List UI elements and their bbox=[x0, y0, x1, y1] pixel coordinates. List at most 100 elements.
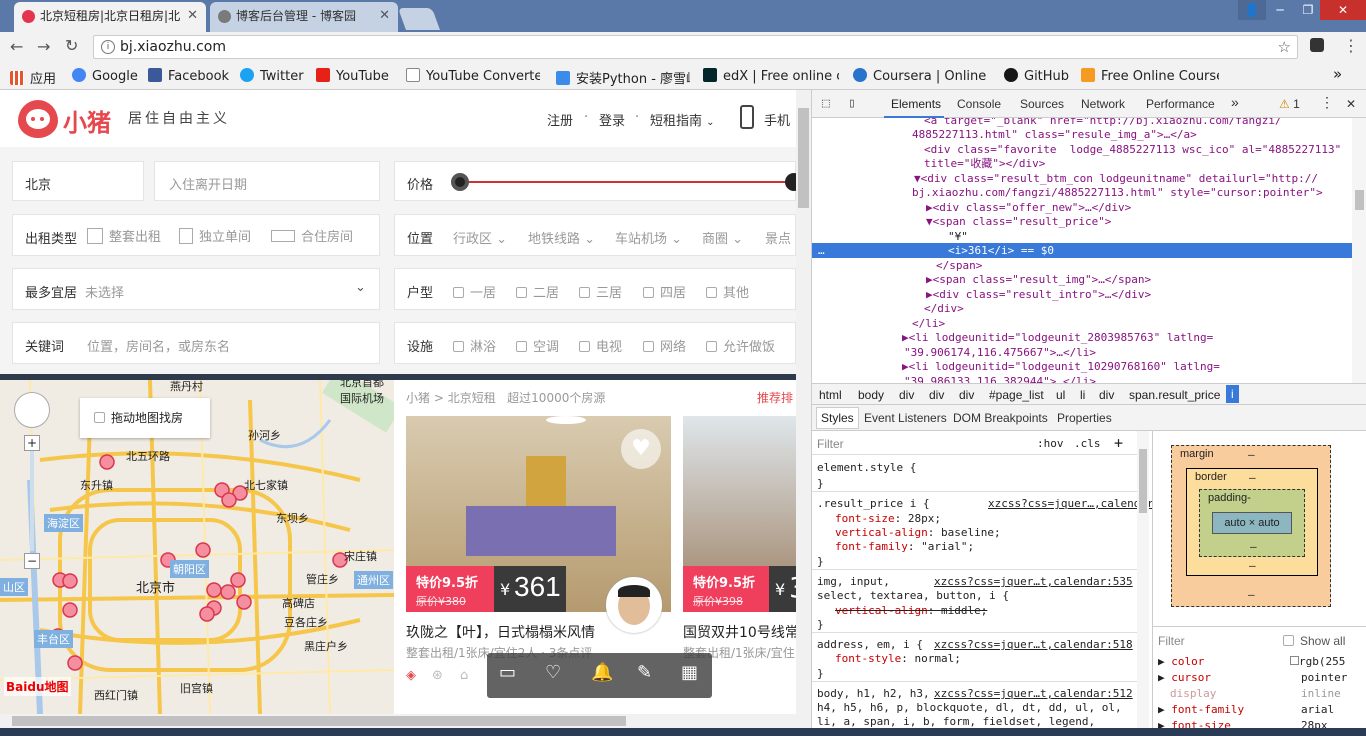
room-option[interactable]: 四居 bbox=[643, 282, 686, 301]
city-select[interactable]: 北京 bbox=[12, 161, 144, 201]
box-content[interactable]: auto × auto bbox=[1212, 512, 1292, 534]
cls-toggle[interactable]: .cls bbox=[1074, 437, 1101, 450]
css-decl[interactable]: font-size: 28px; bbox=[835, 512, 941, 526]
device-toolbar-icon[interactable]: ▯ bbox=[848, 96, 856, 111]
computed-row[interactable]: display bbox=[1170, 687, 1216, 700]
dom-line[interactable]: </div> bbox=[924, 302, 964, 317]
xiaozhu-logo-icon[interactable] bbox=[18, 100, 58, 138]
restore-icon[interactable]: ❐ bbox=[1294, 0, 1322, 20]
location-station[interactable]: 车站机场 ⌄ bbox=[615, 228, 682, 247]
css-selector[interactable]: body, h1, h2, h3, bbox=[817, 687, 930, 701]
forward-icon[interactable]: → bbox=[37, 37, 50, 56]
keyword-input[interactable]: 关键词 位置，房间名，或房东名 bbox=[12, 322, 380, 364]
computed-row[interactable]: ▶ cursor bbox=[1158, 671, 1211, 684]
room-option[interactable]: 二居 bbox=[516, 282, 559, 301]
price-min-handle[interactable] bbox=[451, 173, 469, 191]
show-all-toggle[interactable]: Show all bbox=[1283, 634, 1345, 648]
css-selector[interactable]: img, input, bbox=[817, 575, 890, 589]
rent-type-single[interactable]: 独立单间 bbox=[179, 226, 251, 245]
facility-option[interactable]: 空调 bbox=[516, 336, 559, 355]
inspect-icon[interactable]: ⬚ bbox=[822, 96, 830, 111]
dom-line[interactable]: title="收藏"></div> bbox=[924, 157, 1045, 172]
dom-line[interactable]: </li> bbox=[912, 317, 945, 332]
reload-icon[interactable]: ↻ bbox=[65, 36, 78, 55]
css-selector[interactable]: element.style { bbox=[817, 461, 916, 475]
menu-kebab-icon[interactable]: ⋮ bbox=[1343, 36, 1359, 55]
computed-filter[interactable]: Filter bbox=[1158, 634, 1185, 648]
guide-link[interactable]: 短租指南 ⌄ bbox=[650, 110, 715, 129]
dom-scrollbar[interactable] bbox=[1352, 118, 1366, 383]
bookmark-twitter[interactable]: Twitter bbox=[240, 68, 304, 84]
tab-dom-breakpoints[interactable]: DOM Breakpoints bbox=[953, 411, 1048, 425]
breadcrumb-city[interactable]: 北京短租 bbox=[448, 391, 496, 405]
tab-network[interactable]: Network bbox=[1081, 97, 1125, 111]
facility-option[interactable]: 允许做饭 bbox=[706, 336, 775, 355]
dom-line[interactable]: ▶<span class="result_img">…</span> bbox=[926, 273, 1151, 288]
dom-line[interactable]: bj.xiaozhu.com/fangzi/4885227113.html" s… bbox=[912, 186, 1323, 201]
css-source-link[interactable]: xzcss?css=jquer…t,calendar:518 bbox=[934, 638, 1133, 651]
css-source-link[interactable]: xzcss?css=jquer…t,calendar:512 bbox=[934, 687, 1133, 700]
css-source-link[interactable]: xzcss?css=jquer…,calendar:2502 bbox=[988, 497, 1152, 510]
rent-type-whole[interactable]: 整套出租 bbox=[87, 226, 187, 245]
bookmarks-overflow[interactable]: » bbox=[1333, 65, 1342, 83]
location-district[interactable]: 行政区 ⌄ bbox=[453, 228, 507, 247]
room-option[interactable]: 三居 bbox=[579, 282, 622, 301]
crumb[interactable]: ul bbox=[1056, 388, 1065, 402]
styles-filter[interactable]: Filter :hov .cls + bbox=[812, 431, 1137, 455]
bookmark-youtube[interactable]: YouTube bbox=[316, 68, 389, 84]
chat-icon[interactable]: ▭ bbox=[499, 662, 516, 683]
host-avatar[interactable] bbox=[606, 577, 662, 633]
computed-row[interactable]: ▶ font-family bbox=[1158, 703, 1244, 716]
dom-line[interactable]: 4885227113.html" class="resule_img_a">…<… bbox=[912, 128, 1197, 143]
user-icon[interactable]: 👤 bbox=[1238, 0, 1266, 20]
crumb[interactable]: div bbox=[959, 388, 974, 402]
bell-icon[interactable]: 🔔 bbox=[591, 662, 613, 683]
css-decl[interactable]: font-family: "arial"; bbox=[835, 540, 974, 554]
window-close-icon[interactable]: ✕ bbox=[1320, 0, 1366, 20]
listing-title[interactable]: 玖陇之【叶】，日式榻榻米风情 bbox=[406, 622, 595, 642]
heart-outline-icon[interactable]: ♡ bbox=[545, 662, 561, 683]
css-source-link[interactable]: xzcss?css=jquer…t,calendar:535 bbox=[934, 575, 1133, 588]
bookmark-star-icon[interactable]: ☆ bbox=[1278, 36, 1291, 58]
dom-line[interactable]: <div class="favorite lodge_4885227113 ws… bbox=[924, 143, 1341, 158]
bookmark-youtube-converter[interactable]: YouTube Converter bbox=[406, 68, 540, 84]
dom-line[interactable]: </span> bbox=[936, 259, 982, 274]
css-selector[interactable]: .result_price i { bbox=[817, 497, 930, 511]
css-selector[interactable]: select, textarea, button, i { bbox=[817, 589, 1009, 603]
dom-line[interactable]: ▼<span class="result_price"> bbox=[926, 215, 1111, 230]
extension-icon[interactable] bbox=[1310, 38, 1324, 52]
location-scenic[interactable]: 景点 bbox=[765, 228, 791, 247]
bookmark-github[interactable]: GitHub bbox=[1004, 68, 1069, 84]
location-subway[interactable]: 地铁线路 ⌄ bbox=[528, 228, 595, 247]
edit-icon[interactable]: ✎ bbox=[637, 662, 652, 683]
css-selector[interactable]: address, em, i { bbox=[817, 638, 923, 652]
close-tab-icon[interactable]: ✕ bbox=[187, 2, 198, 30]
bookmark-facebook[interactable]: Facebook bbox=[148, 68, 229, 84]
bookmark-coursera[interactable]: Coursera | Online C bbox=[853, 68, 989, 84]
guests-select[interactable]: 最多宜居 未选择 ⌄ bbox=[12, 268, 380, 310]
brand-name[interactable]: 小猪 bbox=[63, 103, 111, 138]
crumb[interactable]: html bbox=[819, 388, 842, 402]
crumb[interactable]: div bbox=[899, 388, 914, 402]
dom-line[interactable]: "39.986133,116.382944">…</li> bbox=[904, 375, 1096, 383]
tab-elements[interactable]: Elements bbox=[891, 97, 941, 111]
location-business[interactable]: 商圈 ⌄ bbox=[702, 228, 743, 247]
css-selector[interactable]: li, a, span, i, b, form, fieldset, legen… bbox=[817, 715, 1095, 728]
close-tab-icon[interactable]: ✕ bbox=[379, 2, 390, 30]
styles-scrollbar[interactable] bbox=[1137, 431, 1149, 728]
tab-cnblogs[interactable]: 博客后台管理 - 博客园 ✕ bbox=[210, 2, 398, 32]
info-icon[interactable]: i bbox=[101, 40, 115, 54]
facility-option[interactable]: 网络 bbox=[643, 336, 686, 355]
more-tabs-icon[interactable]: » bbox=[1231, 94, 1239, 110]
facility-option[interactable]: 淋浴 bbox=[453, 336, 496, 355]
breadcrumb-home[interactable]: 小猪 bbox=[406, 391, 430, 405]
crumb[interactable]: div bbox=[1099, 388, 1114, 402]
tab-properties[interactable]: Properties bbox=[1057, 411, 1112, 425]
map[interactable]: + − 拖动地图找房 燕丹村 北京首都国际机场 北五环路 东升镇 北七家镇 孙河… bbox=[0, 380, 394, 714]
dom-line[interactable]: ▶<div class="offer_new">…</div> bbox=[926, 201, 1131, 216]
address-bar[interactable]: i bj.xiaozhu.com ☆ bbox=[93, 35, 1298, 59]
price-max-handle[interactable] bbox=[785, 173, 796, 191]
baidu-logo[interactable]: Baidu地图 bbox=[4, 677, 71, 696]
css-decl[interactable]: vertical-align: baseline; bbox=[835, 526, 1001, 540]
qrcode-icon[interactable]: ▦ bbox=[681, 662, 698, 683]
